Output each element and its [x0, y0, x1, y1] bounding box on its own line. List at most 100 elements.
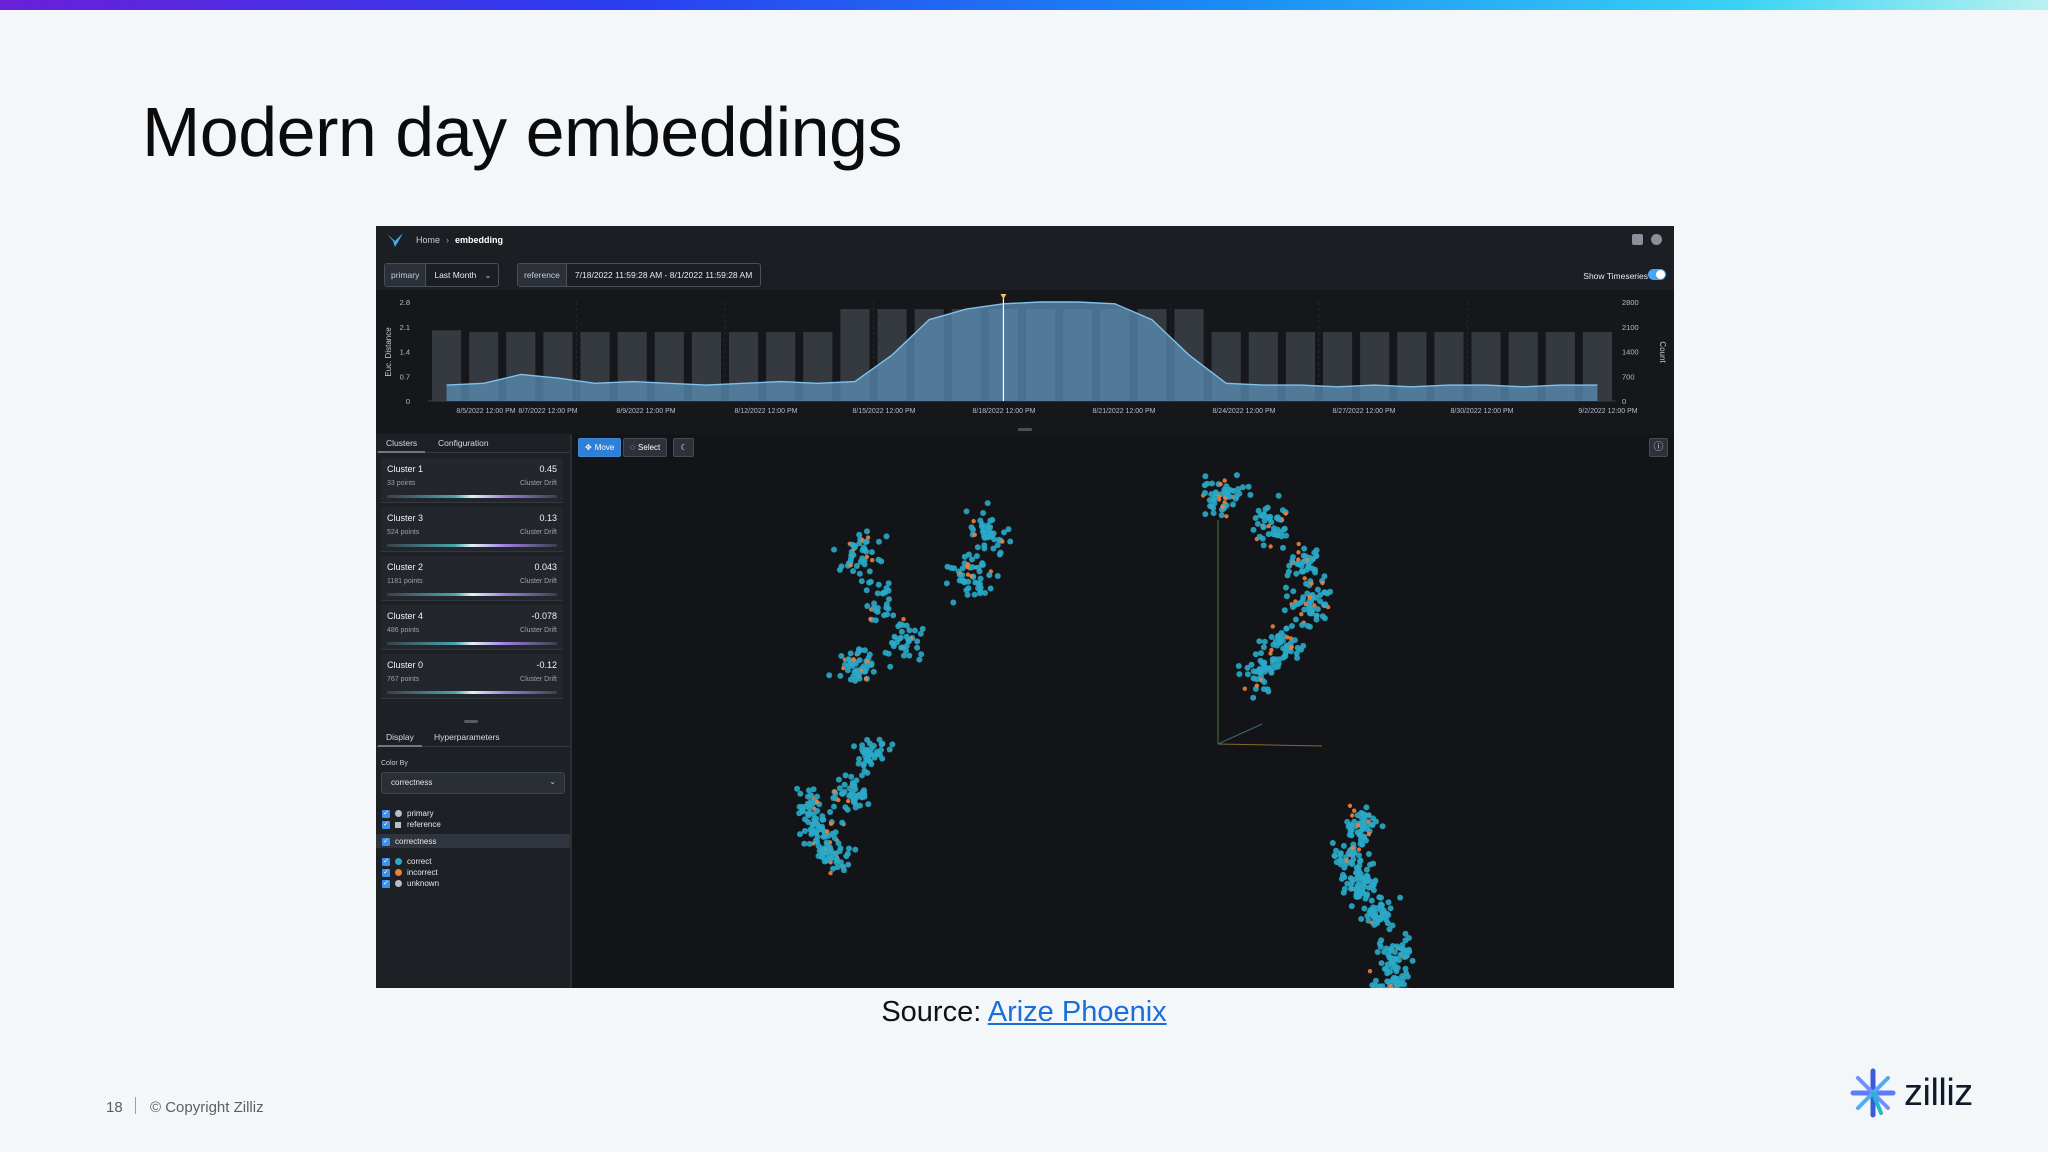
slide-title: Modern day embeddings — [142, 93, 902, 171]
point-correct — [879, 590, 886, 597]
point-correct — [1361, 883, 1368, 890]
legend-reference[interactable]: ✓ reference — [382, 819, 441, 830]
move-button[interactable]: ✥ Move — [578, 438, 622, 457]
copyright: © Copyright Zilliz — [150, 1099, 264, 1116]
left-panel: Clusters Configuration Cluster 1 0.45 33… — [376, 434, 572, 988]
move-label: Move — [594, 443, 615, 452]
point-correct — [1245, 483, 1252, 490]
timeseries-chart[interactable]: 2.8 2.1 1.4 0.7 0 2800 2100 1400 700 0 Euc. Distan… — [376, 290, 1674, 432]
point-correct — [1283, 593, 1290, 600]
point-correct — [859, 555, 866, 562]
lasso-icon: ◌ — [630, 443, 636, 452]
legend-incorrect[interactable]: ✓ incorrect — [382, 867, 438, 878]
source-link[interactable]: Arize Phoenix — [988, 996, 1167, 1028]
point-correct — [875, 581, 882, 588]
point-correct — [1307, 558, 1314, 565]
x-tick-label: 8/12/2022 12:00 PM — [734, 408, 797, 415]
point-correct — [973, 553, 980, 560]
cluster-name: Cluster 2 — [387, 562, 424, 572]
legend-group[interactable]: ✓ correctness — [382, 836, 436, 847]
point-correct — [794, 785, 801, 792]
point-incorrect — [864, 659, 870, 664]
legend-unknown-label: unknown — [407, 879, 440, 888]
point-correct — [1309, 608, 1316, 615]
point-correct — [1400, 946, 1407, 953]
resize-handle[interactable] — [464, 720, 478, 723]
tab-configuration[interactable]: Configuration — [438, 438, 489, 448]
point-correct — [1212, 489, 1219, 496]
cluster-name: Cluster 1 — [387, 464, 424, 474]
point-correct — [863, 548, 870, 555]
point-correct — [906, 652, 913, 659]
cluster-drift-bar — [387, 495, 557, 498]
tab-display[interactable]: Display — [378, 732, 422, 747]
point-correct — [838, 563, 845, 570]
cluster-drift-bar — [387, 593, 557, 596]
select-button[interactable]: ◌ Select — [623, 438, 668, 457]
point-correct — [916, 656, 923, 663]
point-correct — [974, 544, 981, 551]
point-correct — [1210, 510, 1217, 517]
point-correct — [868, 745, 875, 752]
embedding-viewport[interactable]: ✥ Move ◌ Select ☾ ⓘ — [572, 434, 1674, 988]
checkbox-icon[interactable]: ✓ — [382, 857, 390, 866]
point-correct — [853, 777, 860, 784]
legend-correct[interactable]: ✓ correct — [382, 856, 431, 867]
point-incorrect — [1220, 504, 1225, 509]
checkbox-icon[interactable]: ✓ — [382, 809, 390, 818]
point-correct — [1244, 664, 1251, 671]
info-icon[interactable]: ⓘ — [1649, 438, 1668, 457]
point-incorrect — [1355, 823, 1361, 828]
point-correct — [1394, 943, 1401, 950]
point-correct — [819, 813, 826, 820]
point-correct — [839, 819, 846, 826]
point-incorrect — [1269, 647, 1274, 653]
source-prefix: Source: — [881, 996, 982, 1028]
tab-clusters[interactable]: Clusters — [377, 438, 426, 453]
color-by-select[interactable]: correctness ⌄ — [381, 772, 565, 794]
checkbox-icon[interactable]: ✓ — [382, 868, 390, 877]
point-correct — [1271, 525, 1277, 532]
point-correct — [885, 650, 892, 657]
point-correct — [1365, 851, 1372, 857]
cluster-drift-value: 0.13 — [539, 513, 557, 523]
cluster-card-2[interactable]: Cluster 2 0.043 1181 points Cluster Drif… — [381, 556, 563, 601]
cluster-card-4[interactable]: Cluster 4 -0.078 486 points Cluster Drif… — [381, 605, 563, 650]
cluster-drift-bar — [387, 691, 557, 694]
checkbox-icon[interactable]: ✓ — [382, 879, 390, 888]
legend-primary[interactable]: ✓ primary — [382, 808, 434, 819]
point-correct — [852, 660, 859, 667]
select-label: Select — [638, 443, 661, 452]
cluster-card-0[interactable]: Cluster 0 -0.12 767 points Cluster Drift — [381, 654, 563, 699]
point-correct — [1363, 804, 1370, 811]
theme-toggle-button[interactable]: ☾ — [673, 438, 695, 457]
point-incorrect — [868, 616, 873, 622]
phoenix-logo-icon — [387, 233, 403, 247]
point-correct — [1289, 558, 1296, 564]
point-correct — [970, 526, 976, 533]
point-correct — [1260, 523, 1267, 530]
checkbox-icon[interactable]: ✓ — [382, 837, 390, 846]
point-correct — [1371, 921, 1378, 928]
cluster-drift-label: Cluster Drift — [520, 627, 557, 634]
point-incorrect — [1366, 832, 1371, 837]
point-correct — [898, 628, 905, 635]
github-icon[interactable] — [1651, 234, 1662, 245]
checkbox-icon[interactable]: ✓ — [382, 820, 390, 829]
point-incorrect — [969, 574, 974, 579]
point-correct — [796, 810, 803, 817]
point-correct — [969, 564, 976, 571]
point-incorrect — [965, 562, 971, 567]
cluster-card-3[interactable]: Cluster 3 0.13 524 points Cluster Drift — [381, 507, 563, 552]
point-correct — [1313, 612, 1320, 619]
point-correct — [1260, 511, 1267, 518]
cluster-card-1[interactable]: Cluster 1 0.45 33 points Cluster Drift — [381, 458, 563, 503]
show-timeseries-toggle[interactable] — [1648, 269, 1666, 280]
tab-hyperparameters[interactable]: Hyperparameters — [434, 732, 500, 742]
point-correct — [814, 808, 821, 814]
reference-dataset-select[interactable]: reference 7/18/2022 11:59:28 AM - 8/1/20… — [517, 263, 762, 287]
primary-dataset-select[interactable]: primary Last Month ⌄ — [384, 263, 499, 287]
docs-icon[interactable] — [1632, 234, 1643, 245]
breadcrumb-home[interactable]: Home — [416, 235, 440, 245]
legend-unknown[interactable]: ✓ unknown — [382, 878, 439, 889]
